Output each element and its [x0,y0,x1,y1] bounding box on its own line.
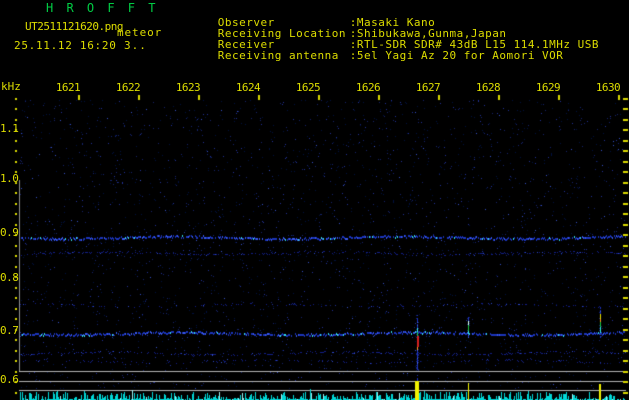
time-tick-label: 1630 [595,81,621,94]
app-title: H R O F F T [46,1,159,15]
freq-tick-label: 1.0 [0,172,19,185]
station-info: Observer:Masaki Kano Receiving Location:… [175,6,599,61]
time-tick-label: 1624 [235,81,261,94]
freq-tick-label: 0.7 [0,324,19,337]
freq-tick-label: 0.9 [0,226,19,239]
freq-axis-unit: kHz [1,80,21,93]
time-tick-label: 1621 [55,81,81,94]
info-label: Receiving antenna [217,49,339,62]
time-tick-label: 1626 [355,81,381,94]
hrofft-window: H R O F F T UT2511121620.png meteor 25.1… [0,0,629,400]
time-tick-label: 1622 [115,81,141,94]
band-mode-label: meteor [117,26,163,39]
info-value: :5el Yagi Az 20 for Aomori VOR [349,49,564,62]
time-tick-label: 1625 [295,81,321,94]
time-tick-label: 1623 [175,81,201,94]
time-tick-label: 1629 [535,81,561,94]
datetime-label: 25.11.12 16:20 [14,39,117,52]
freq-tick-label: 0.8 [0,271,19,284]
capture-filename: UT2511121620.png [25,20,123,33]
time-tick-label: 1628 [475,81,501,94]
freq-tick-label: 1.1 [0,122,19,135]
info-row-observer: Observer:Masaki Kano [175,6,599,28]
freq-tick-label: 0.6 [0,373,19,386]
time-tick-label: 1627 [415,81,441,94]
echo-count-label: 3.. [124,39,147,52]
